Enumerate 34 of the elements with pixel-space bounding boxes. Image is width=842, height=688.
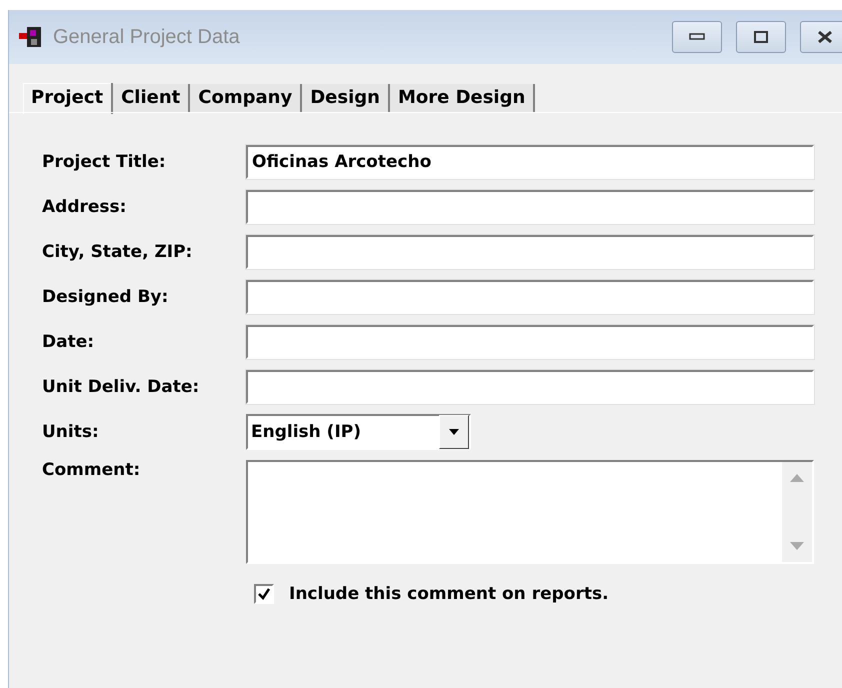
tab[interactable]: Client [113, 84, 190, 112]
field-label: Designed By: [42, 286, 170, 306]
close-button[interactable] [800, 21, 842, 53]
maximize-button[interactable] [736, 21, 786, 53]
field-label: Comment: [42, 460, 142, 480]
tab[interactable]: Design [302, 84, 390, 112]
minimize-button[interactable] [672, 21, 722, 53]
field-label: Unit Deliv. Date: [42, 376, 200, 396]
scroll-up-icon[interactable] [790, 474, 804, 482]
comment-field[interactable] [246, 460, 814, 564]
field-label: Units: [42, 422, 100, 442]
input-field[interactable] [246, 190, 814, 224]
close-icon [817, 30, 833, 44]
input-field[interactable] [246, 280, 814, 314]
dropdown-button[interactable] [439, 414, 469, 448]
checkbox-label: Include this comment on reports. [289, 584, 609, 604]
field-label: Address: [42, 196, 128, 216]
input-field[interactable] [246, 370, 814, 404]
input-field[interactable] [246, 324, 814, 358]
input-field[interactable]: Oficinas Arcotecho [246, 144, 814, 178]
minimize-icon [689, 33, 705, 41]
tab[interactable]: More Design [390, 84, 536, 112]
maximize-icon [754, 31, 768, 43]
field-label: Project Title: [42, 152, 167, 172]
checkbox[interactable] [254, 584, 274, 604]
window-title: General Project Data [53, 26, 241, 48]
tab[interactable]: Project [23, 83, 114, 114]
scroll-down-icon[interactable] [790, 542, 804, 550]
input-field[interactable] [246, 234, 814, 268]
tab[interactable]: Company [190, 84, 302, 112]
field-label: Date: [42, 332, 96, 352]
units-dropdown[interactable]: English (IP) [246, 414, 471, 450]
field-label: City, State, ZIP: [42, 242, 194, 262]
caret-icon [449, 428, 459, 434]
